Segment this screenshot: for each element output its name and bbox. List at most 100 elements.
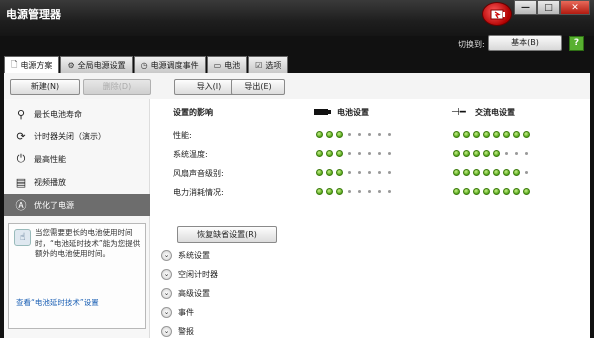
tab-battery[interactable]: ▭ 电池 (206, 56, 248, 73)
section-idle-timers[interactable]: ⌄ 空闲计时器 (161, 269, 218, 280)
battery-impact-meter (316, 188, 393, 195)
tab-power-schedule[interactable]: ◷ 电源调度事件 (133, 56, 206, 73)
meter-dot-on (523, 188, 530, 195)
tab-global-power-settings[interactable]: ⚙ 全局电源设置 (60, 56, 133, 73)
plan-item-optimized-power[interactable]: Ⓐ 优化了电源 (4, 194, 150, 216)
meter-dot-on (473, 169, 480, 176)
tab-options[interactable]: ☑ 选项 (248, 56, 289, 73)
plan-item-label: 计时器关闭（演示） (34, 131, 106, 141)
plan-item-max-performance[interactable]: ⏻ 最高性能 (4, 148, 150, 170)
meter-dot-off (388, 152, 391, 155)
new-button[interactable]: 新建(N) (10, 79, 80, 95)
battery-impact-meter (316, 169, 393, 176)
meter-dot-on (473, 150, 480, 157)
toolbar: 新建(N) 删除(D) 导入(I) 导出(E) (4, 73, 590, 99)
export-button[interactable]: 导出(E) (231, 79, 285, 95)
basic-mode-button[interactable]: 基本(B) (488, 35, 562, 51)
tab-power-plans[interactable]: 🗋 电源方案 (4, 56, 60, 74)
ac-impact-meter (453, 188, 530, 195)
meter-dot-on (453, 188, 460, 195)
battery-tip-box: ☝ 当您需要更长的电池使用时间时，“电池延时技术”能为您提供额外的电池使用时间。… (8, 223, 146, 329)
switch-label: 切换到: (458, 40, 485, 49)
meter-dot-off (525, 171, 528, 174)
tab-label: 电池 (224, 60, 241, 70)
meter-dot-on (463, 188, 470, 195)
ac-impact-meter (453, 150, 530, 157)
meter-dot-off (358, 171, 361, 174)
help-icon[interactable]: ? (569, 36, 584, 51)
battery-settings-header: 电池设置 (337, 108, 369, 117)
section-label: 空闲计时器 (178, 270, 218, 279)
battery-impact-meter (316, 131, 393, 138)
chevron-down-icon: ⌄ (161, 307, 172, 318)
plan-item-label: 最长电池寿命 (34, 109, 82, 119)
close-button[interactable]: ✕ (560, 0, 590, 15)
battery-icon: ▭ (213, 60, 222, 70)
checkbox-icon: ☑ (255, 60, 263, 70)
gear-icon: ⚙ (67, 60, 75, 70)
chevron-down-icon: ⌄ (161, 288, 172, 299)
meter-dot-on (493, 169, 500, 176)
battery-impact-meter (316, 150, 393, 157)
meter-dot-off (525, 152, 528, 155)
section-events[interactable]: ⌄ 事件 (161, 307, 194, 318)
impact-header: 设置的影响 (173, 108, 213, 117)
meter-dot-on (463, 150, 470, 157)
tab-label: 全局电源设置 (77, 60, 126, 70)
meter-dot-off (378, 190, 381, 193)
maximize-button[interactable]: □ (537, 0, 560, 15)
ac-impact-meter (453, 169, 530, 176)
meter-dot-on (473, 131, 480, 138)
window-title: 电源管理器 (6, 8, 61, 21)
battery-stretch-link[interactable]: 查看“电池延时技术”设置 (16, 298, 142, 309)
minimize-button[interactable]: — (514, 0, 537, 15)
impact-row-label: 性能: (173, 131, 192, 140)
optimized-power-icon: Ⓐ (15, 199, 27, 212)
section-label: 系统设置 (178, 251, 210, 260)
title-bar: 电源管理器 — □ ✕ 切换到: (0, 0, 594, 49)
restore-defaults-button[interactable]: 恢复缺省设置(R) (177, 226, 277, 243)
meter-dot-on (503, 188, 510, 195)
tab-content: 新建(N) 删除(D) 导入(I) 导出(E) ⚲ 最长电池寿命 ⟳ 计时器关闭… (4, 73, 590, 338)
meter-dot-on (316, 150, 323, 157)
meter-dot-on (473, 188, 480, 195)
plan-details: 设置的影响 电池设置 ⊣━ 交流电设置 性能: 系统温度: 风扇声音级别: 电力消耗情… (151, 99, 590, 338)
section-label: 警报 (178, 327, 194, 336)
meter-dot-off (348, 190, 351, 193)
plan-item-label: 优化了电源 (34, 200, 74, 210)
meter-dot-on (483, 169, 490, 176)
meter-dot-on (503, 169, 510, 176)
section-system-settings[interactable]: ⌄ 系统设置 (161, 250, 210, 261)
film-icon: ▤ (15, 175, 27, 189)
meter-dot-on (483, 150, 490, 157)
section-label: 高级设置 (178, 289, 210, 298)
tip-text: 当您需要更长的电池使用时间时，“电池延时技术”能为您提供额外的电池使用时间。 (35, 228, 141, 258)
meter-dot-on (463, 169, 470, 176)
meter-dot-on (316, 169, 323, 176)
section-label: 事件 (178, 308, 194, 317)
meter-dot-off (368, 152, 371, 155)
meter-dot-off (348, 171, 351, 174)
meter-dot-on (453, 150, 460, 157)
power-logo-icon (482, 2, 512, 26)
meter-dot-on (493, 188, 500, 195)
clock-icon: ◷ (140, 60, 148, 70)
meter-dot-off (368, 190, 371, 193)
meter-dot-on (316, 188, 323, 195)
meter-dot-off (348, 133, 351, 136)
plan-item-max-battery-life[interactable]: ⚲ 最长电池寿命 (4, 103, 150, 125)
meter-dot-on (316, 131, 323, 138)
battery-icon (314, 109, 331, 115)
tab-strip: 🗋 电源方案 ⚙ 全局电源设置 ◷ 电源调度事件 ▭ 电池 ☑ 选项 (4, 56, 289, 74)
tab-label: 电源调度事件 (150, 60, 199, 70)
ac-settings-header: 交流电设置 (475, 108, 515, 117)
section-alarms[interactable]: ⌄ 警报 (161, 326, 194, 337)
section-advanced-settings[interactable]: ⌄ 高级设置 (161, 288, 210, 299)
meter-dot-on (513, 169, 520, 176)
meter-dot-on (326, 169, 333, 176)
meter-dot-on (453, 131, 460, 138)
delete-button[interactable]: 删除(D) (83, 79, 151, 95)
plug-icon: ⊣━ (451, 107, 466, 118)
plan-item-video-playback[interactable]: ▤ 视频播放 (4, 171, 150, 193)
plan-item-timer-off[interactable]: ⟳ 计时器关闭（演示） (4, 125, 150, 147)
